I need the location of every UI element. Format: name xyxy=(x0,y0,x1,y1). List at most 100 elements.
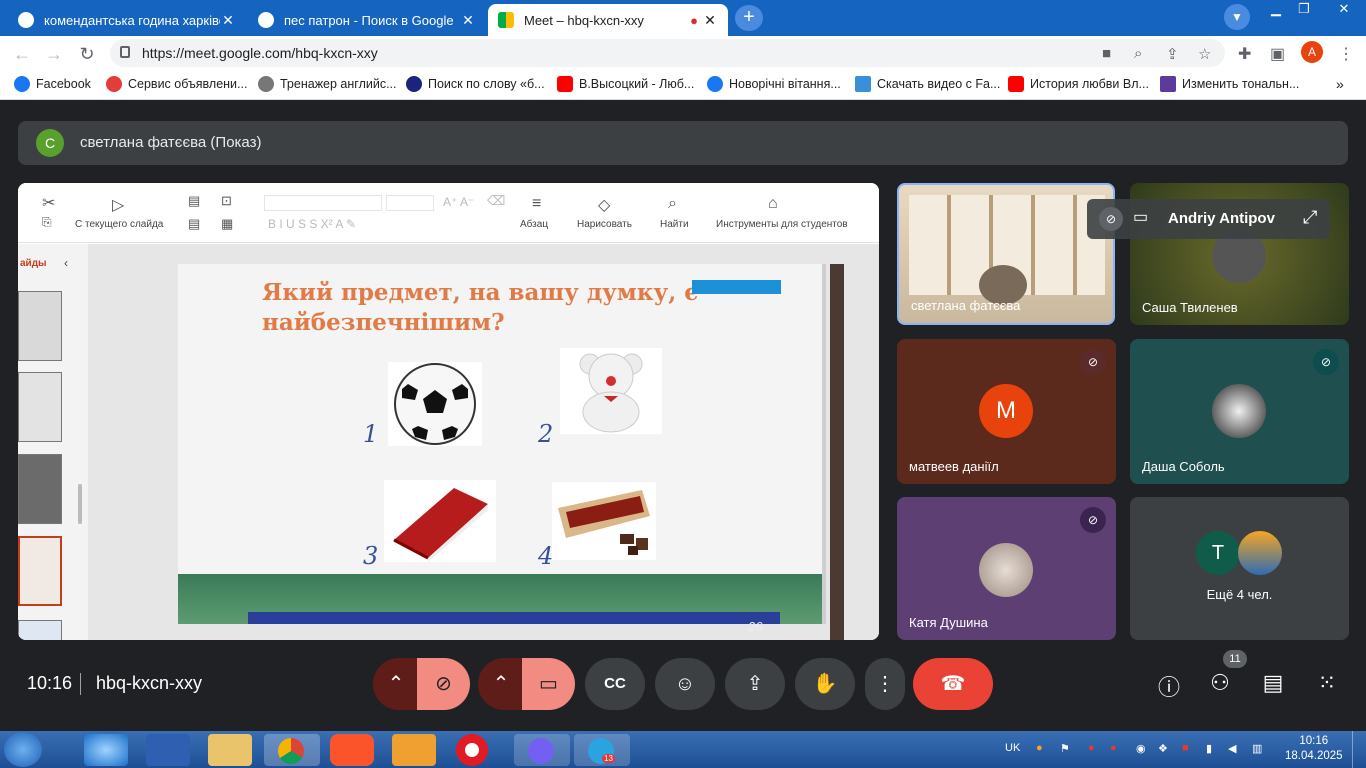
language-indicator[interactable]: UK xyxy=(1005,742,1020,754)
v-icon xyxy=(1160,76,1176,92)
slide-thumbnail-selected[interactable] xyxy=(18,536,62,606)
zoom-icon[interactable]: ⌕ xyxy=(1134,45,1142,62)
chrome-logo xyxy=(278,738,304,764)
internet-explorer-icon[interactable] xyxy=(84,734,128,766)
participant-tile-svetlana[interactable]: светлана фатєєва xyxy=(897,183,1115,325)
tray-icon[interactable]: ● xyxy=(1110,742,1117,754)
tab-2[interactable]: пес патрон - Поиск в Google ✕ xyxy=(248,4,486,36)
participant-tile-matveev[interactable]: М ⊘ матвеев даніїл xyxy=(897,339,1116,484)
brave-icon[interactable] xyxy=(330,734,374,766)
close-icon[interactable]: ✕ xyxy=(460,12,476,29)
shared-screen[interactable]: ✂ ⎘ ▷ С текущего слайда ▤ ⊡ ▤ ▦ A⁺ A⁻ ⌫ … xyxy=(18,183,879,640)
camera-icon[interactable]: ■ xyxy=(1102,45,1111,62)
reload-button[interactable]: ↻ xyxy=(75,42,99,66)
presenter-avatar: С xyxy=(36,129,64,157)
chat-icon[interactable]: ▤ xyxy=(1258,670,1288,696)
red-notebook-image xyxy=(384,480,496,562)
network-icon[interactable]: ▥ xyxy=(1252,742,1262,755)
viber-icon[interactable] xyxy=(514,734,570,766)
collapse-chevron-icon[interactable]: ‹ xyxy=(64,256,68,270)
close-window-button[interactable]: ✕ xyxy=(1330,0,1358,18)
telegram-icon[interactable]: 13 xyxy=(574,734,630,766)
restore-button[interactable]: ❐ xyxy=(1290,0,1318,18)
activities-icon[interactable]: ⁙ xyxy=(1312,670,1342,696)
mic-toggle-button[interactable]: ⊘ xyxy=(417,658,470,710)
save-disk-icon[interactable] xyxy=(146,734,190,766)
close-icon[interactable]: ✕ xyxy=(702,12,718,29)
taskbar-date: 18.04.2025 xyxy=(1285,750,1343,762)
volume-icon[interactable]: ◀ xyxy=(1228,742,1236,755)
taskbar-clock[interactable]: 10:16 18.04.2025 xyxy=(1285,734,1343,764)
forward-button[interactable]: → xyxy=(42,42,66,66)
tab-title: комендантська година харківсь xyxy=(44,12,220,28)
video-options-button[interactable]: ⌃ xyxy=(478,658,524,710)
share-icon[interactable]: ⇪ xyxy=(1166,45,1179,63)
participant-avatar xyxy=(979,543,1033,597)
slide-thumbnail[interactable] xyxy=(18,620,62,640)
participant-tile-katya[interactable]: ⊘ Катя Душина xyxy=(897,497,1116,640)
tray-icon[interactable]: ■ xyxy=(1182,742,1189,754)
people-icon[interactable]: ⚇ xyxy=(1205,670,1235,696)
tray-icon[interactable]: ❖ xyxy=(1158,742,1168,755)
audio-options-button[interactable]: ⌃ xyxy=(373,658,419,710)
close-icon[interactable]: ✕ xyxy=(220,12,236,29)
mic-off-icon: ⊘ xyxy=(1080,349,1106,375)
more-participants-label: Ещё 4 чел. xyxy=(1206,587,1273,602)
extensions-icon[interactable]: ✚ xyxy=(1238,44,1251,64)
copy-icon: ⎘ xyxy=(42,215,52,229)
minimize-button[interactable]: ▁ xyxy=(1262,0,1290,18)
pinned-participant-bar[interactable]: ⊘ ▭ Andriy Antipov ⤢ xyxy=(1087,199,1330,239)
present-button[interactable]: ⇪ xyxy=(725,658,785,710)
format-icons: B I U S S X² A ✎ xyxy=(268,217,357,231)
bookmark-facebook[interactable]: Facebook xyxy=(14,76,91,92)
profile-avatar[interactable]: A xyxy=(1301,41,1323,63)
bookmark-star-icon[interactable]: ☆ xyxy=(1198,45,1211,63)
start-button[interactable] xyxy=(4,732,42,767)
show-desktop-button[interactable] xyxy=(1352,731,1366,768)
slide-thumbnail[interactable] xyxy=(18,454,62,524)
participant-tile-dasha[interactable]: ⊘ Даша Соболь xyxy=(1130,339,1349,484)
chrome-icon[interactable] xyxy=(264,734,320,766)
camera-toggle-button[interactable]: ▭ xyxy=(522,658,575,710)
bookmark-item[interactable]: Тренажер английс... xyxy=(258,76,397,92)
expand-icon[interactable]: ⤢ xyxy=(1303,207,1317,228)
flag-icon[interactable]: ⚑ xyxy=(1060,742,1070,755)
meet-stage: С светлана фатєєва (Показ) ✂ ⎘ ▷ С текущ… xyxy=(0,101,1366,731)
reactions-button[interactable]: ☺ xyxy=(655,658,715,710)
graduation-cap-icon: ⌂ xyxy=(768,195,778,212)
tab-3-active[interactable]: Meet – hbq-kxcn-xxy ● ✕ xyxy=(488,4,728,36)
bookmark-item[interactable]: Поиск по слову «б... xyxy=(406,76,545,92)
captions-button[interactable]: CC xyxy=(585,658,645,710)
bookmark-item[interactable]: В.Высоцкий - Люб... xyxy=(557,76,694,92)
file-explorer-icon[interactable] xyxy=(208,734,252,766)
side-panel-icon[interactable]: ▣ xyxy=(1270,44,1285,64)
new-tab-button[interactable]: + xyxy=(735,5,763,31)
bookmark-item[interactable]: Новорічні вітання... xyxy=(707,76,841,92)
opera-icon[interactable] xyxy=(456,734,488,766)
bookmark-item[interactable]: История любви Вл... xyxy=(1008,76,1149,92)
thumbnail-scrollbar[interactable] xyxy=(78,484,82,524)
slide-thumbnail[interactable] xyxy=(18,372,62,442)
more-bookmarks-icon[interactable]: » xyxy=(1336,76,1344,92)
slide-thumbnail[interactable] xyxy=(18,291,62,361)
info-icon[interactable]: ⓘ xyxy=(1154,670,1184,702)
address-bar[interactable]: https://meet.google.com/hbq-kxcn-xxy ■ ⌕… xyxy=(110,39,1225,67)
tab-search-button[interactable]: ▼ xyxy=(1224,4,1250,30)
leave-call-button[interactable]: ☎ xyxy=(913,658,993,710)
tray-icon[interactable]: ▮ xyxy=(1206,742,1212,755)
bookmark-item[interactable]: Скачать видео с Fa... xyxy=(855,76,1000,92)
tray-icon[interactable]: ● xyxy=(1088,742,1095,754)
bookmark-item[interactable]: Изменить тональн... xyxy=(1160,76,1299,92)
more-participants-tile[interactable]: Т Ещё 4 чел. xyxy=(1130,497,1349,640)
media-player-icon[interactable] xyxy=(392,734,436,766)
bookmark-item[interactable]: Сервис объявлени... xyxy=(106,76,247,92)
tab-1[interactable]: комендантська година харківсь ✕ xyxy=(8,4,246,36)
raise-hand-button[interactable]: ✋ xyxy=(795,658,855,710)
slides-tab-label: айды xyxy=(20,258,47,269)
back-button[interactable]: ← xyxy=(10,42,34,66)
viber-logo xyxy=(528,738,554,764)
more-options-button[interactable]: ⋮ xyxy=(865,658,905,710)
tray-icon[interactable]: ◉ xyxy=(1136,742,1146,755)
menu-icon[interactable]: ⋮ xyxy=(1338,44,1354,64)
tray-icon[interactable]: ● xyxy=(1036,742,1043,754)
